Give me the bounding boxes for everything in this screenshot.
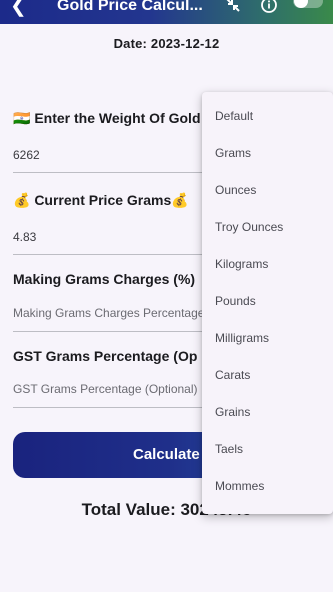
menu-item-grains[interactable]: Grains <box>202 394 333 431</box>
making-charges-label: Making Grams Charges (%) <box>13 271 196 287</box>
weight-label: 🇮🇳 Enter the Weight Of Gold <box>13 110 201 126</box>
app-bar: ❮ Gold Price Calcul... <box>0 0 333 24</box>
date-label: Date: 2023-12-12 <box>113 36 220 51</box>
app-title: Gold Price Calcul... <box>57 0 203 14</box>
menu-item-carats[interactable]: Carats <box>202 357 333 394</box>
menu-item-default[interactable]: Default <box>202 98 333 135</box>
menu-item-milligrams[interactable]: Milligrams <box>202 320 333 357</box>
menu-item-pounds[interactable]: Pounds <box>202 283 333 320</box>
price-label: 💰 Current Price Grams💰 <box>13 192 189 208</box>
menu-item-mommes[interactable]: Mommes <box>202 468 333 505</box>
menu-item-kilograms[interactable]: Kilograms <box>202 246 333 283</box>
theme-toggle[interactable] <box>293 0 323 8</box>
making-charges-input[interactable]: Making Grams Charges Percentage <box>13 306 204 320</box>
price-input[interactable]: 4.83 <box>13 230 36 244</box>
info-icon[interactable] <box>260 0 278 14</box>
fullscreen-exit-icon[interactable] <box>224 0 242 14</box>
weight-input[interactable]: 6262 <box>13 148 40 162</box>
menu-item-troy-ounces[interactable]: Troy Ounces <box>202 209 333 246</box>
toggle-knob <box>294 0 308 8</box>
gst-input[interactable]: GST Grams Percentage (Optional) <box>13 382 198 396</box>
unit-dropdown-menu: Default Grams Ounces Troy Ounces Kilogra… <box>202 92 333 514</box>
calculate-label: Calculate <box>133 446 200 463</box>
menu-item-grams[interactable]: Grams <box>202 135 333 172</box>
menu-item-taels[interactable]: Taels <box>202 431 333 468</box>
back-arrow-icon[interactable]: ❮ <box>10 0 27 18</box>
gst-label: GST Grams Percentage (Op <box>13 348 198 364</box>
menu-item-ounces[interactable]: Ounces <box>202 172 333 209</box>
